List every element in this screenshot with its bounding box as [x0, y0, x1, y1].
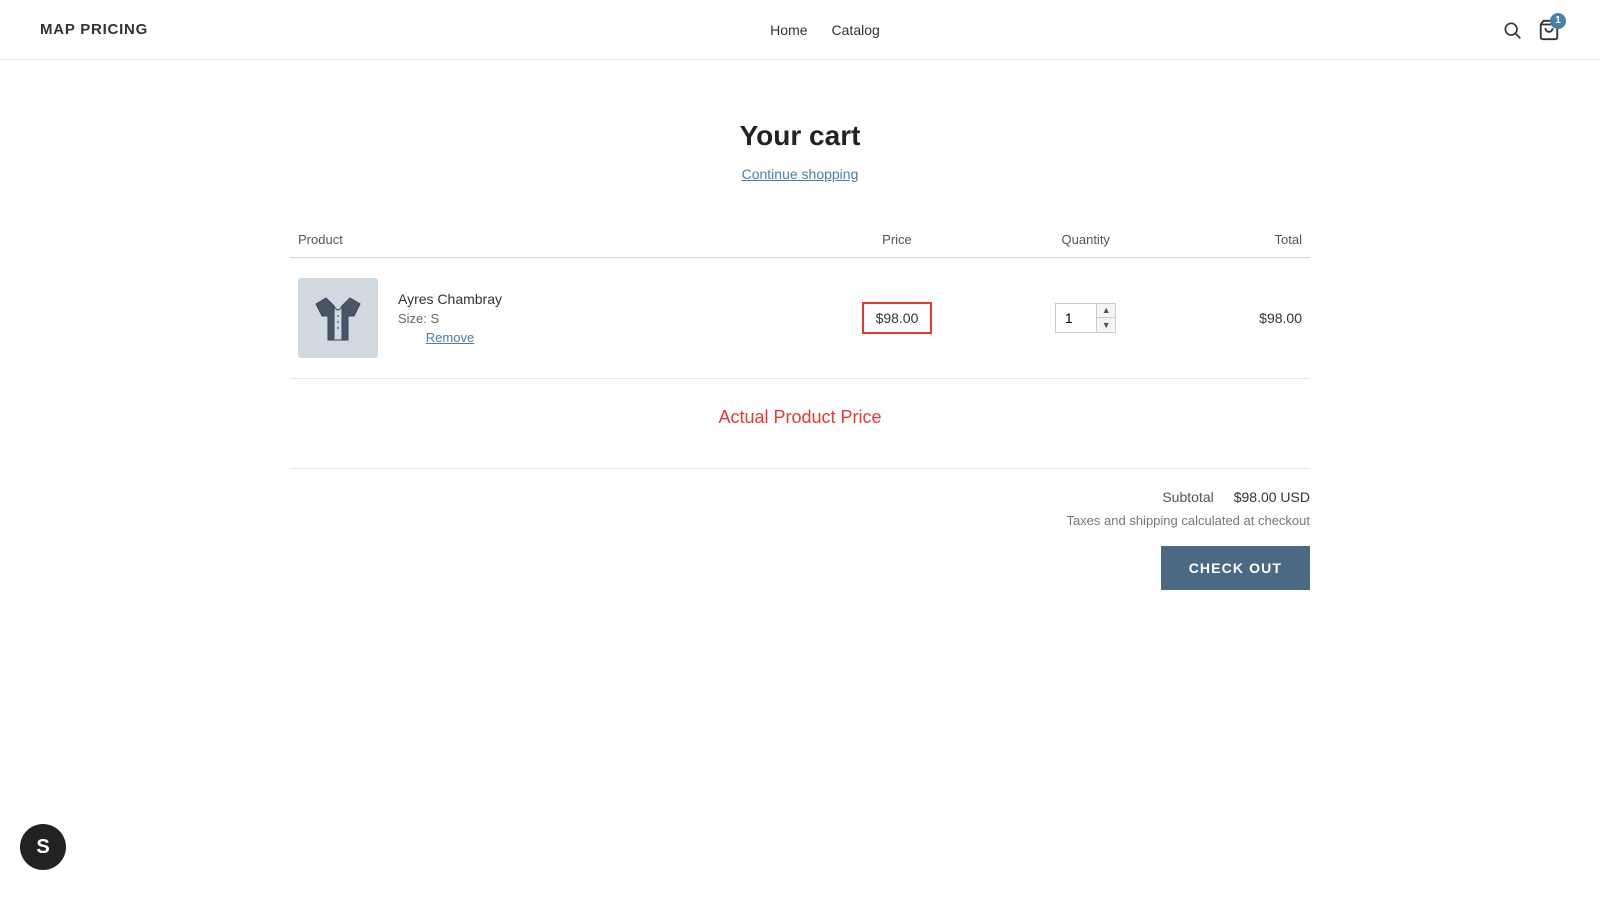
main-content: Your cart Continue shopping Product Pric… — [250, 60, 1350, 670]
shopify-badge[interactable]: S — [20, 824, 66, 870]
search-button[interactable] — [1502, 20, 1522, 40]
annotation-row: Actual Product Price — [290, 379, 1310, 469]
search-icon — [1502, 20, 1522, 40]
quantity-down-button[interactable]: ▼ — [1097, 318, 1115, 332]
price-cell: $98.00 — [797, 258, 997, 379]
table-row: Ayres Chambray Size: S Remove $98.00 ▲ — [290, 258, 1310, 379]
site-logo: MAP PRICING — [40, 21, 148, 38]
product-info: Ayres Chambray Size: S Remove — [398, 291, 502, 345]
annotation-cell: Actual Product Price — [290, 379, 1310, 469]
table-header-row: Product Price Quantity Total — [290, 222, 1310, 258]
subtotal-label: Subtotal — [1162, 489, 1213, 505]
header: MAP PRICING Home Catalog 1 — [0, 0, 1600, 60]
cart-badge: 1 — [1550, 13, 1566, 29]
total-cell: $98.00 — [1174, 258, 1310, 379]
col-header-price: Price — [797, 222, 997, 258]
tax-note: Taxes and shipping calculated at checkou… — [1066, 513, 1310, 528]
quantity-spinners: ▲ ▼ — [1096, 304, 1115, 332]
main-nav: Home Catalog — [770, 22, 880, 38]
subtotal-row: Subtotal $98.00 USD — [1162, 489, 1310, 505]
header-icons: 1 — [1502, 19, 1560, 41]
subtotal-value: $98.00 USD — [1234, 489, 1310, 505]
product-size: Size: S — [398, 311, 502, 326]
cart-summary: Subtotal $98.00 USD Taxes and shipping c… — [290, 489, 1310, 590]
col-header-product: Product — [290, 222, 797, 258]
annotation-label: Actual Product Price — [298, 399, 1302, 448]
product-name: Ayres Chambray — [398, 291, 502, 307]
quantity-input[interactable] — [1056, 304, 1096, 332]
nav-home[interactable]: Home — [770, 22, 807, 38]
shirt-svg — [306, 286, 370, 350]
shopify-badge-label: S — [36, 836, 49, 859]
product-cell: Ayres Chambray Size: S Remove — [290, 258, 797, 379]
price-box: $98.00 — [862, 302, 933, 334]
cart-button[interactable]: 1 — [1538, 19, 1560, 41]
quantity-cell: ▲ ▼ — [997, 258, 1174, 379]
product-image — [298, 278, 378, 358]
continue-shopping-link[interactable]: Continue shopping — [290, 166, 1310, 182]
page-title: Your cart — [290, 120, 1310, 152]
col-header-total: Total — [1174, 222, 1310, 258]
quantity-up-button[interactable]: ▲ — [1097, 304, 1115, 318]
col-header-quantity: Quantity — [997, 222, 1174, 258]
checkout-button[interactable]: CHECK OUT — [1161, 546, 1310, 590]
remove-button[interactable]: Remove — [398, 330, 502, 345]
nav-catalog[interactable]: Catalog — [832, 22, 880, 38]
cart-table: Product Price Quantity Total — [290, 222, 1310, 469]
quantity-stepper[interactable]: ▲ ▼ — [1055, 303, 1116, 333]
